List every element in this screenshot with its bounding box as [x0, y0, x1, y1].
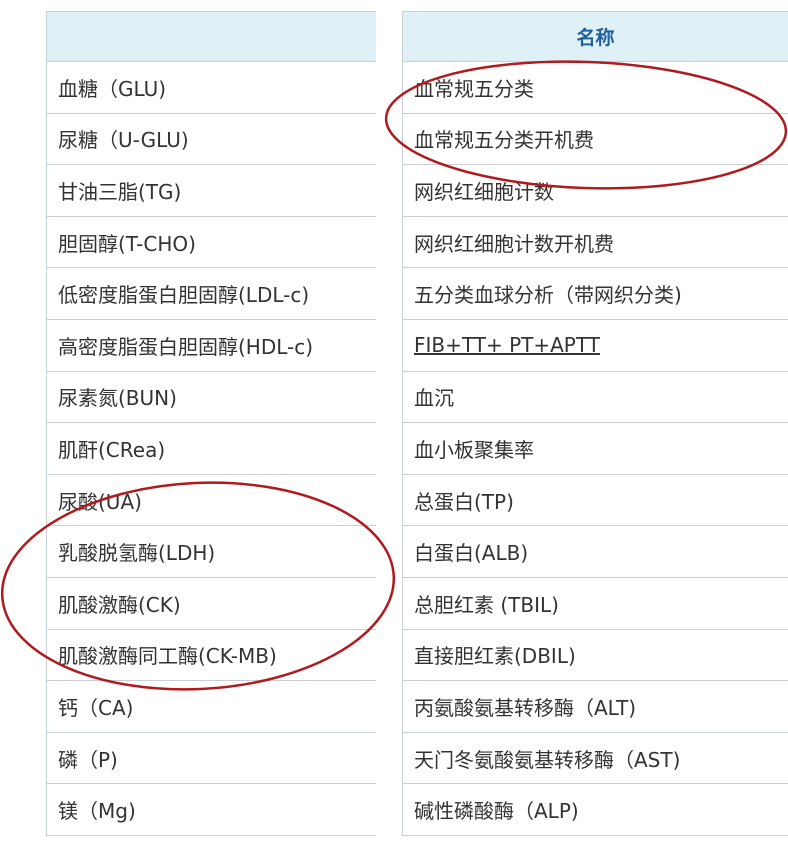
annotation-layer [0, 60, 788, 691]
annotation-oval-right [384, 60, 788, 190]
annotation-oval-left [0, 481, 396, 691]
